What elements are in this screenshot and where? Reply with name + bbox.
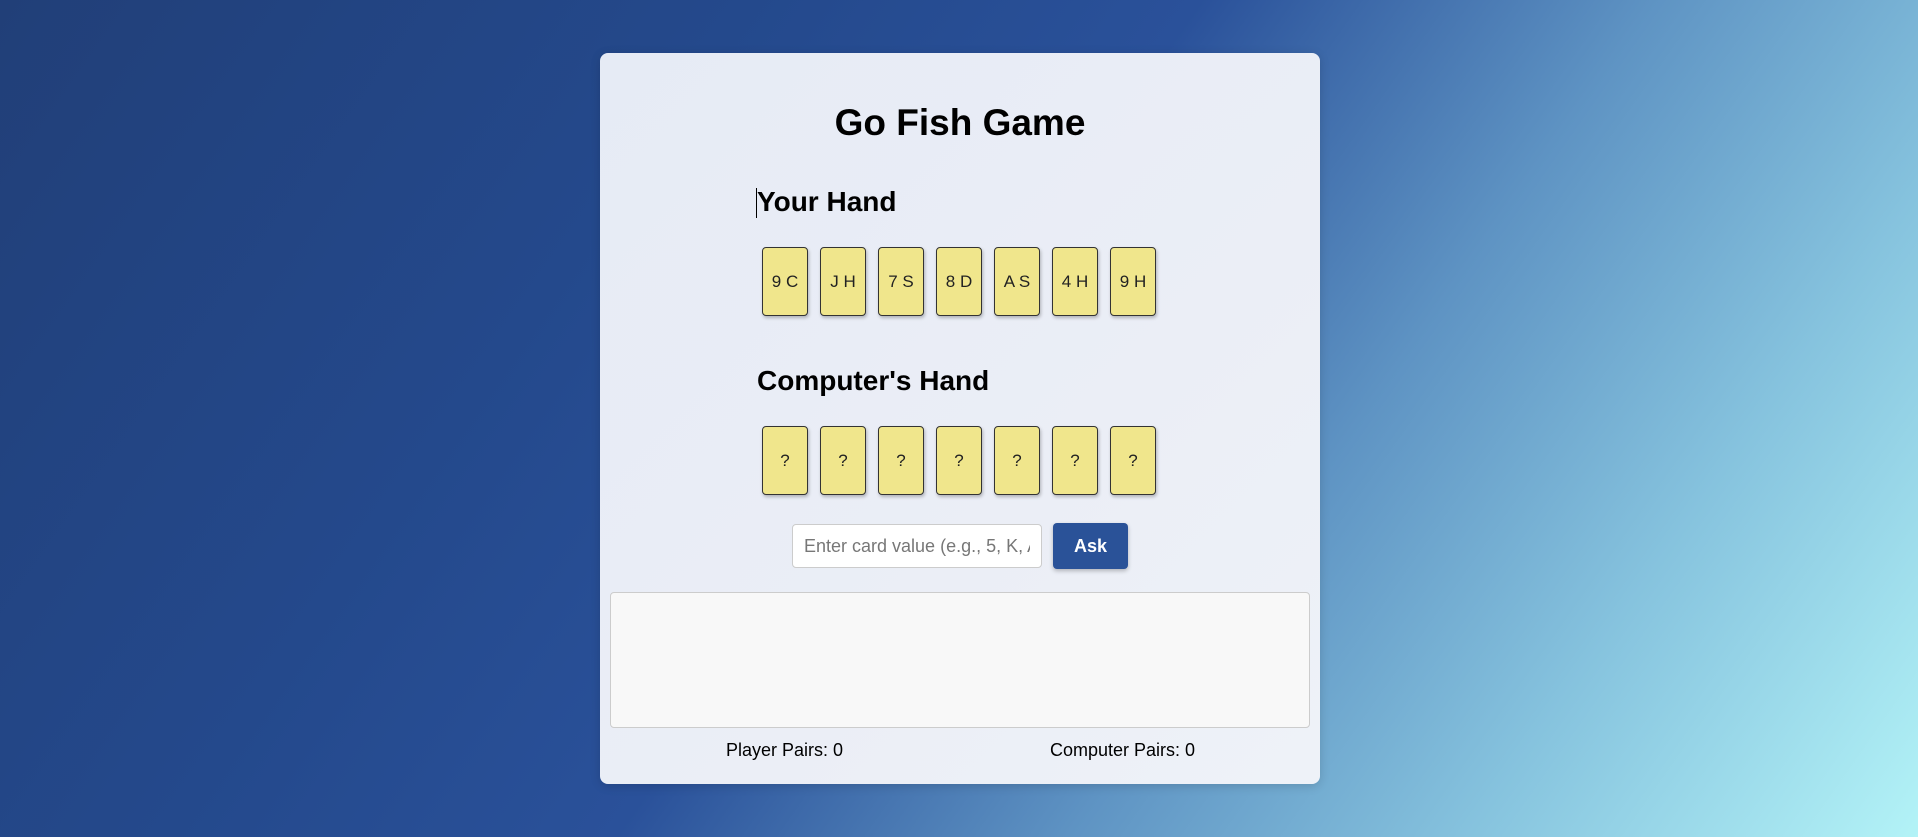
- player-pairs-label: Player Pairs:: [726, 740, 834, 760]
- player-card[interactable]: 4 H: [1052, 247, 1098, 316]
- card-value-input[interactable]: [792, 524, 1042, 568]
- player-card[interactable]: 9 C: [762, 247, 808, 316]
- computer-card: ?: [936, 426, 982, 495]
- computer-hand-heading: Computer's Hand: [757, 365, 990, 396]
- computer-pairs-label: Computer Pairs:: [1050, 740, 1186, 760]
- ask-button[interactable]: Ask: [1053, 523, 1128, 569]
- computer-card: ?: [1052, 426, 1098, 495]
- computer-hand: ? ? ? ? ? ? ?: [762, 426, 1156, 495]
- game-panel: Go Fish Game Your Hand 9 C J H 7 S 8 D A…: [600, 53, 1320, 784]
- page-title: Go Fish Game: [834, 102, 1086, 143]
- player-card[interactable]: 8 D: [936, 247, 982, 316]
- player-pairs-score: Player Pairs: 0: [726, 739, 843, 761]
- ask-form: Ask: [792, 523, 1128, 569]
- player-card[interactable]: 9 H: [1110, 247, 1156, 316]
- player-pairs-count: 0: [833, 740, 844, 760]
- player-hand: 9 C J H 7 S 8 D A S 4 H 9 H: [762, 247, 1156, 316]
- computer-card: ?: [878, 426, 924, 495]
- computer-card: ?: [994, 426, 1040, 495]
- player-hand-heading: Your Hand: [757, 186, 897, 217]
- player-card[interactable]: A S: [994, 247, 1040, 316]
- computer-pairs-count: 0: [1185, 740, 1196, 760]
- player-card[interactable]: 7 S: [878, 247, 924, 316]
- computer-pairs-score: Computer Pairs: 0: [1050, 739, 1195, 761]
- player-card[interactable]: J H: [820, 247, 866, 316]
- message-log: [610, 592, 1310, 728]
- computer-card: ?: [762, 426, 808, 495]
- computer-card: ?: [1110, 426, 1156, 495]
- computer-card: ?: [820, 426, 866, 495]
